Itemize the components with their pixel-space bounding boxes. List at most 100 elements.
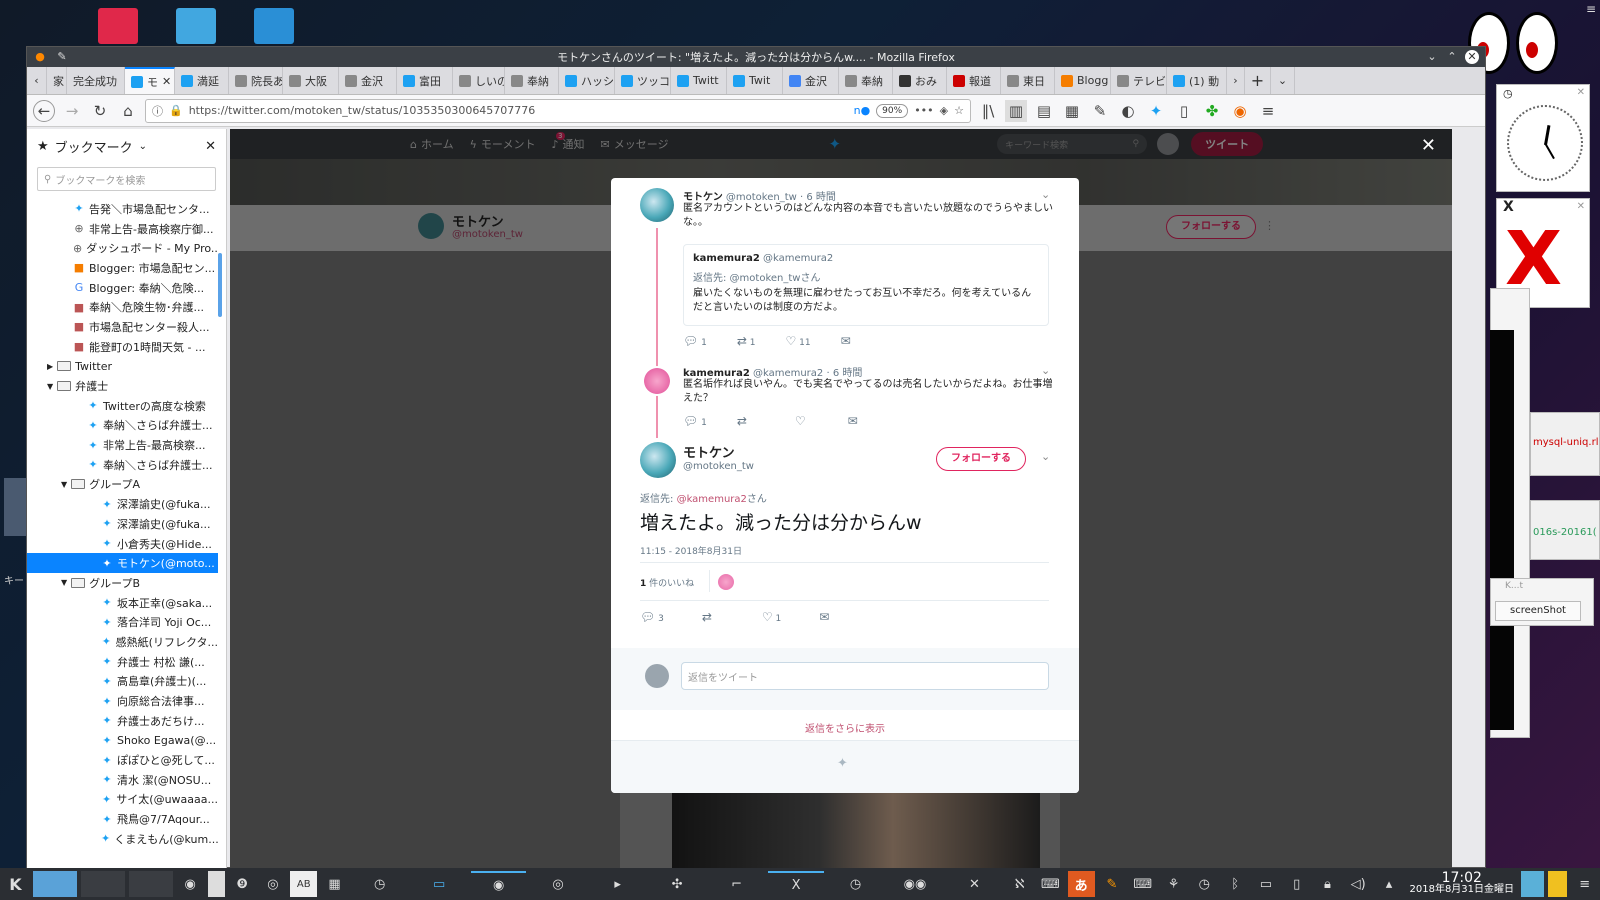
desktop-pager[interactable] (32, 871, 77, 897)
retweet-action[interactable]: ⇄ (702, 610, 712, 624)
display-icon[interactable]: ▭ (1252, 871, 1279, 897)
url-bar[interactable]: ⓘ 🔒 https://twitter.com/motoken_tw/statu… (145, 98, 971, 123)
pager-desktop-2[interactable] (80, 871, 125, 897)
tab-18[interactable]: 東日 (1001, 67, 1055, 94)
bookmark-item[interactable]: ✦ 弁護士あだちけ... (27, 711, 218, 731)
tab-14[interactable]: 金沢 (783, 67, 839, 94)
tab-16[interactable]: おみ (893, 67, 947, 94)
top-right-menu-icon[interactable]: ≡ (1586, 2, 1596, 16)
tweet1-chevron-icon[interactable]: ⌄ (1041, 188, 1050, 201)
bookmark-item[interactable]: ✦ 奉納＼さらば弁護士... (27, 416, 218, 436)
tab-12[interactable]: Twitt (671, 67, 727, 94)
tab-scroll-left[interactable]: ‹ (27, 67, 47, 94)
new-tab-button[interactable]: + (1245, 67, 1271, 94)
tray-app-icon[interactable]: ℵ (1006, 871, 1033, 897)
task-app-icon[interactable]: ◎ (530, 871, 585, 897)
tab-close-icon[interactable]: ✕ (162, 75, 171, 88)
bluetooth-icon[interactable]: ᛒ (1222, 871, 1249, 897)
bookmark-folder[interactable]: ▼ グループA (27, 475, 218, 495)
retweet-action[interactable]: ⇄ 1 (737, 334, 756, 348)
screenshot-button[interactable]: screenShot (1495, 601, 1581, 621)
like-action[interactable]: ♡ (795, 414, 806, 428)
bookmark-item[interactable]: ✦ ぽぽひと@死して... (27, 750, 218, 770)
clock-tray-icon[interactable]: ◷ (1191, 871, 1218, 897)
bookmark-item[interactable]: ✦ モトケン(@moto... (27, 553, 218, 574)
menu-icon[interactable]: ≡ (1257, 100, 1279, 122)
bookmark-item[interactable]: ■ 奉納＼危険生物･弁護... (27, 297, 218, 317)
task-screenshot-icon[interactable]: ⌐ (709, 871, 764, 897)
like-action[interactable]: ♡ 1 (762, 610, 781, 624)
bookmark-folder[interactable]: ▼ 弁護士 (27, 376, 218, 396)
kde-menu-icon[interactable]: K (2, 871, 29, 897)
tab-17[interactable]: 報道 (947, 67, 1001, 94)
tab-4[interactable]: 院長あい (229, 67, 283, 94)
widget-close-icon[interactable]: ✕ (1577, 201, 1585, 212)
volume-icon[interactable]: ◁) (1345, 871, 1372, 897)
bookmark-item[interactable]: ✦ 深澤諭史(@fuka... (27, 514, 218, 534)
bookmark-item[interactable]: ■ Blogger: 市場急配セン... (27, 258, 218, 278)
reply-action[interactable]: 💬︎ 3 (640, 610, 664, 624)
app-launcher-icon-2[interactable]: ◎ (260, 871, 287, 897)
tab-11[interactable]: ツッコ (615, 67, 671, 94)
taskbar-menu-icon[interactable]: ≡ (1571, 871, 1598, 897)
quoted-tweet[interactable]: kamemura2 @kamemura2 返信先: @motoken_twさん … (683, 244, 1049, 326)
tab-1[interactable]: 完全成功 (67, 67, 125, 94)
liker-avatar[interactable] (718, 574, 734, 590)
tab-21[interactable]: (1) 動 (1167, 67, 1227, 94)
green-addon-icon[interactable]: ✤ (1201, 100, 1223, 122)
collapse-arrow-icon[interactable]: ▼ (47, 382, 53, 391)
widget-close-icon[interactable]: ✕ (1577, 87, 1585, 98)
tray-expand-icon[interactable]: ▴ (1376, 871, 1403, 897)
keyboard-icon[interactable]: ⌨ (1037, 871, 1064, 897)
close-window-icon[interactable]: ✕ (1465, 50, 1479, 64)
bookmark-item[interactable]: ⊕ ダッシュボード - My Pro... (27, 238, 218, 258)
reply-action[interactable]: 💬︎ 1 (683, 414, 707, 428)
bookmark-item[interactable]: ✦ Shoko Egawa(@... (27, 731, 218, 751)
desktop-home-folder-icon[interactable] (176, 8, 216, 44)
modal-close-icon[interactable]: ✕ (1421, 135, 1436, 156)
tweet2-avatar[interactable] (642, 366, 672, 396)
bookmark-item[interactable]: ✦ 高島章(弁護士)(... (27, 672, 218, 692)
task-clock-icon[interactable]: ◷ (352, 871, 407, 897)
task-x-icon[interactable]: X (768, 871, 824, 897)
reload-button[interactable]: ↻ (89, 100, 111, 122)
tab-6[interactable]: 金沢 (339, 67, 397, 94)
minimize-icon[interactable]: ⌄ (1425, 50, 1439, 64)
network-icon[interactable]: ⚘ (1160, 871, 1187, 897)
bookmark-item[interactable]: ✦ 奉納＼さらば弁護士... (27, 455, 218, 475)
extensions-icon[interactable]: ▦ (1061, 100, 1083, 122)
forward-button[interactable]: → (61, 100, 83, 122)
notes-icon[interactable] (1548, 871, 1568, 897)
page-actions-icon[interactable]: ••• (914, 104, 933, 117)
bookmark-item[interactable]: ✦ くまえもん(@kum... (27, 829, 218, 849)
task-kde-connect-icon[interactable]: ✣ (649, 871, 704, 897)
bookmark-item[interactable]: ✦ 弁護士 村松 謙(... (27, 652, 218, 672)
chevron-down-icon[interactable]: ⌄ (139, 141, 147, 152)
tab-8[interactable]: しいの (453, 67, 505, 94)
task-terminal-icon[interactable]: ▸ (590, 871, 645, 897)
pager-desktop-3[interactable] (128, 871, 173, 897)
twitter-addon-icon[interactable]: ✦ (1145, 100, 1167, 122)
zoom-level[interactable]: 90% (876, 103, 909, 118)
dm-action[interactable]: ✉ (841, 334, 851, 348)
ime-tool-icon[interactable]: ✎ (1099, 871, 1126, 897)
bookmark-item[interactable]: ✦ 落合洋司 Yoji Oc... (27, 612, 218, 632)
bookmark-item[interactable]: ✦ 小倉秀夫(@Hide... (27, 534, 218, 554)
desktop-trash-folder-icon[interactable] (98, 8, 138, 44)
task-x-logo-icon[interactable]: ✕ (947, 871, 1002, 897)
reader-icon[interactable]: ▤ (1033, 100, 1055, 122)
home-button[interactable]: ⌂ (117, 100, 139, 122)
editor-tab-text-2[interactable]: 016s-20161( (1533, 527, 1597, 538)
tab-3[interactable]: 満延 (175, 67, 229, 94)
document-launcher-icon[interactable] (207, 871, 225, 897)
collapse-arrow-icon[interactable]: ▼ (61, 578, 67, 587)
expand-arrow-icon[interactable]: ▶ (47, 362, 53, 371)
keyboard-launcher-icon[interactable]: ▦ (321, 871, 348, 897)
collapse-arrow-icon[interactable]: ▼ (61, 480, 67, 489)
bookmark-folder[interactable]: ▶ Twitter (27, 357, 218, 377)
maximize-icon[interactable]: ⌃ (1445, 50, 1459, 64)
text-editor-launcher-icon[interactable]: AB (290, 871, 318, 897)
pocket-icon[interactable]: ◈ (940, 104, 948, 117)
addon-icon[interactable]: ◐ (1117, 100, 1139, 122)
back-button[interactable]: ← (33, 99, 55, 122)
